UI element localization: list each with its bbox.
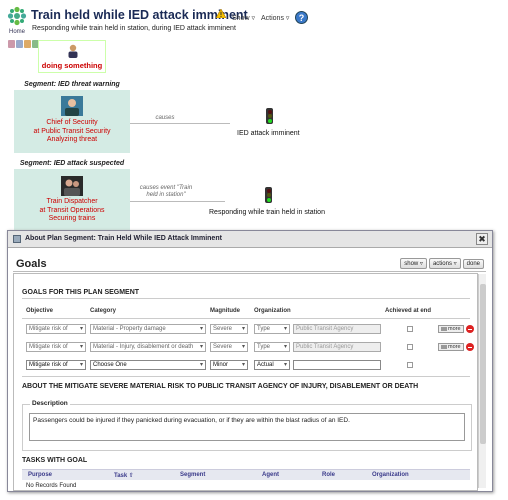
col-objective: Objective bbox=[26, 308, 54, 314]
achieved-checkbox[interactable] bbox=[407, 344, 413, 350]
more-icon bbox=[441, 326, 447, 331]
actor-label: doing something bbox=[41, 61, 103, 70]
col-category: Category bbox=[90, 308, 117, 314]
chevron-down-icon: ▿ bbox=[285, 15, 290, 22]
th-organization[interactable]: Organization bbox=[372, 472, 409, 478]
page-subtitle: Responding while train held in station, … bbox=[32, 25, 236, 32]
th-agent[interactable]: Agent bbox=[262, 472, 279, 478]
category-select[interactable]: Material - Property damage bbox=[90, 324, 206, 334]
traffic-light-icon bbox=[265, 187, 272, 203]
scrollbar-thumb[interactable] bbox=[480, 284, 486, 444]
magnitude-select[interactable]: Minor bbox=[210, 360, 248, 370]
description-fieldset: Description Passengers could be injured … bbox=[22, 400, 472, 451]
th-task[interactable]: Task ⇧ bbox=[114, 472, 134, 479]
segment-title: Segment: IED attack suspected bbox=[14, 158, 130, 169]
org-type-select[interactable]: Type bbox=[254, 324, 290, 334]
achieved-checkbox[interactable] bbox=[407, 362, 413, 368]
magnitude-select[interactable]: Severe bbox=[210, 342, 248, 352]
tool-icon[interactable] bbox=[16, 40, 23, 48]
th-purpose[interactable]: Purpose bbox=[28, 472, 52, 478]
divider bbox=[13, 271, 486, 272]
dialog-title: About Plan Segment: Train Held While IED… bbox=[25, 235, 222, 242]
arrow-label: causes event "Train held in station" bbox=[139, 185, 193, 198]
col-organization: Organization bbox=[254, 308, 291, 314]
more-button[interactable]: more bbox=[438, 343, 464, 351]
goals-panel: GOALS FOR THIS PLAN SEGMENT Objective Ca… bbox=[13, 273, 478, 491]
segment-node-label[interactable]: Train Dispatcher at Transit Operations S… bbox=[14, 198, 130, 224]
more-button[interactable]: more bbox=[438, 325, 464, 333]
causes-arrow bbox=[130, 123, 230, 124]
no-records-text: No Records Found bbox=[26, 483, 77, 489]
person-icon bbox=[68, 44, 78, 58]
tool-icon[interactable] bbox=[8, 40, 15, 48]
causes-event-arrow bbox=[130, 201, 225, 202]
category-select[interactable]: Material - Injury, disablement or death bbox=[90, 342, 206, 352]
organization-input[interactable] bbox=[293, 360, 381, 370]
home-label: Home bbox=[8, 29, 25, 35]
th-segment[interactable]: Segment bbox=[180, 472, 205, 478]
goals-section-title: GOALS FOR THIS PLAN SEGMENT bbox=[22, 289, 140, 296]
magnitude-select[interactable]: Severe bbox=[210, 324, 248, 334]
arrow-label: causes bbox=[155, 115, 175, 121]
dialog-icon bbox=[13, 235, 21, 243]
chevron-down-icon: ▿ bbox=[251, 15, 255, 22]
objective-select[interactable]: Mitigate risk of bbox=[26, 360, 86, 370]
home-button[interactable]: Home bbox=[6, 6, 28, 35]
divider bbox=[22, 298, 470, 299]
done-button[interactable]: done bbox=[462, 259, 484, 269]
show-menu[interactable]: Show ▿ bbox=[232, 14, 255, 22]
th-role[interactable]: Role bbox=[322, 472, 335, 478]
home-logo-icon bbox=[7, 6, 27, 26]
about-section-title: ABOUT THE MITIGATE SEVERE MATERIAL RISK … bbox=[22, 383, 419, 390]
segment-ied-attack-suspected[interactable]: Segment: IED attack suspected Train Disp… bbox=[14, 158, 130, 230]
plan-segment-dialog: About Plan Segment: Train Held While IED… bbox=[7, 230, 493, 492]
actions-button[interactable]: actions ▿ bbox=[428, 258, 461, 269]
description-legend: Description bbox=[30, 400, 70, 407]
segment-ied-threat-warning[interactable]: Segment: IED threat warning Chief of Sec… bbox=[14, 79, 130, 153]
col-achieved: Achieved at end bbox=[385, 308, 432, 314]
objective-select[interactable]: Mitigate risk of bbox=[26, 342, 86, 352]
help-icon[interactable]: ? bbox=[295, 11, 308, 24]
col-magnitude: Magnitude bbox=[210, 308, 240, 314]
warning-icon[interactable] bbox=[216, 9, 226, 18]
achieved-checkbox[interactable] bbox=[407, 326, 413, 332]
segment-node-label[interactable]: Chief of Security at Public Transit Secu… bbox=[14, 119, 130, 145]
category-select[interactable]: Choose One bbox=[90, 360, 206, 370]
dialog-buttons: show ▿ actions ▿ done bbox=[398, 258, 484, 269]
actions-menu[interactable]: Actions ▿ bbox=[261, 14, 289, 22]
organization-input[interactable]: Public Transit Agency bbox=[293, 342, 381, 352]
actor-node[interactable]: doing something bbox=[38, 40, 106, 73]
event-ied-attack-imminent[interactable]: IED attack imminent bbox=[237, 130, 300, 137]
org-type-select[interactable]: Actual bbox=[254, 360, 290, 370]
delete-icon[interactable] bbox=[466, 325, 474, 333]
tool-icon[interactable] bbox=[24, 40, 31, 48]
tasks-section-title: TASKS WITH GOAL bbox=[22, 457, 88, 464]
org-type-select[interactable]: Type bbox=[254, 342, 290, 352]
dialog-heading: Goals bbox=[16, 258, 47, 270]
tasks-table-header: Purpose Task ⇧ Segment Agent Role Organi… bbox=[22, 469, 470, 480]
page-header: Home Train held while IED attack imminen… bbox=[0, 0, 508, 38]
organization-input[interactable]: Public Transit Agency bbox=[293, 324, 381, 334]
close-icon[interactable]: ✖ bbox=[476, 233, 488, 245]
show-button[interactable]: show ▿ bbox=[400, 258, 427, 269]
traffic-light-icon bbox=[266, 108, 273, 124]
divider bbox=[22, 318, 470, 319]
dialog-title-bar[interactable]: About Plan Segment: Train Held While IED… bbox=[8, 231, 492, 248]
dialog-scrollbar[interactable] bbox=[478, 274, 486, 488]
segment-title: Segment: IED threat warning bbox=[14, 79, 130, 90]
objective-select[interactable]: Mitigate risk of bbox=[26, 324, 86, 334]
divider bbox=[22, 376, 470, 377]
train-dispatcher-avatar bbox=[61, 176, 83, 196]
description-textarea[interactable]: Passengers could be injured if they pani… bbox=[29, 413, 465, 441]
delete-icon[interactable] bbox=[466, 343, 474, 351]
chief-of-security-avatar bbox=[61, 96, 83, 116]
event-responding-while-train-held[interactable]: Responding while train held in station bbox=[209, 209, 325, 216]
more-icon bbox=[441, 344, 447, 349]
